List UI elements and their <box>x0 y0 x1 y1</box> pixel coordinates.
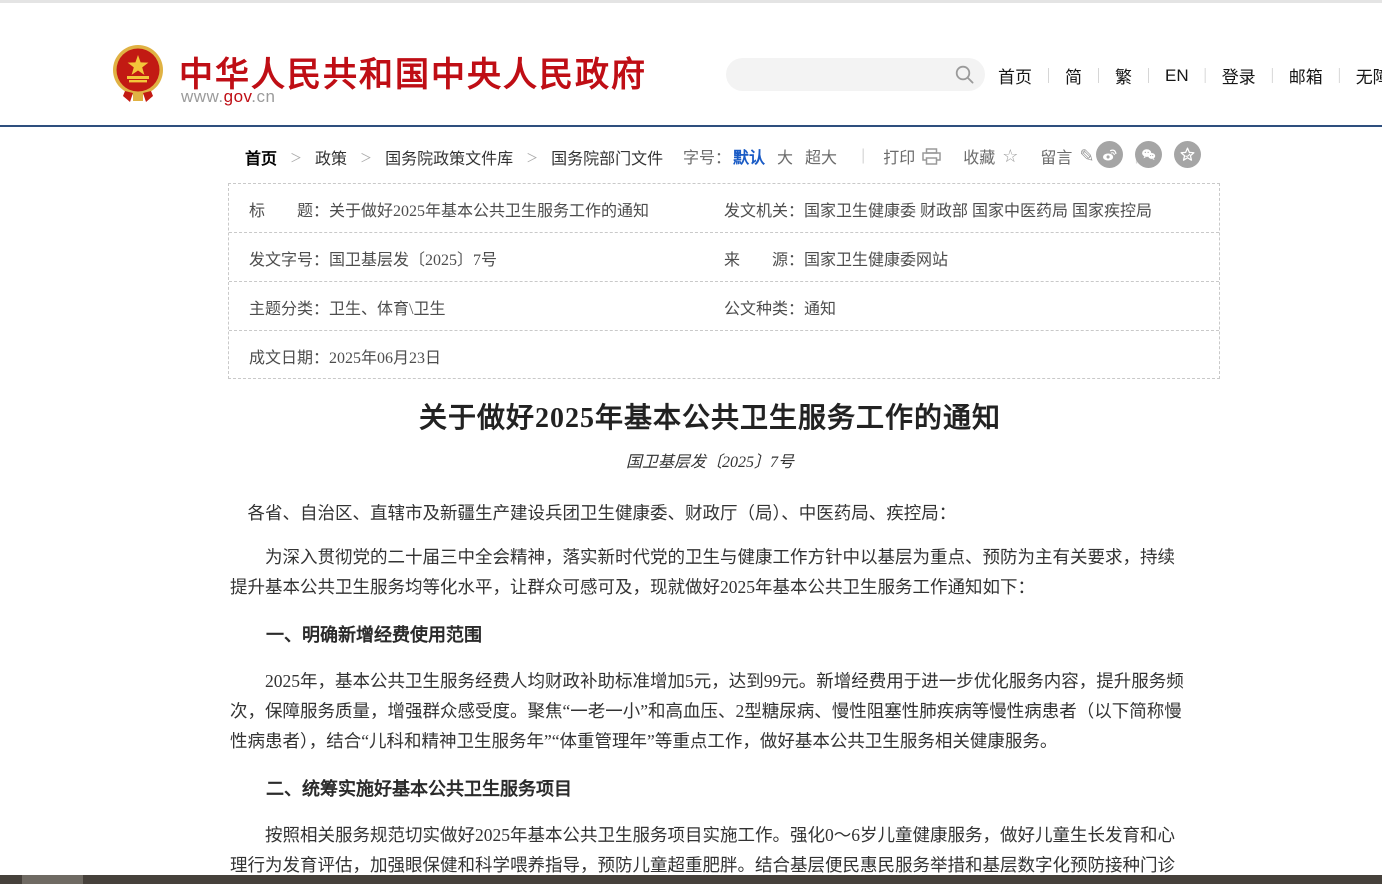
nav-separator: ｜ <box>1041 65 1056 86</box>
meta-doc-number: 发文字号： 国卫基层发〔2025〕7号 <box>249 233 497 282</box>
print-label: 打印 <box>883 144 915 168</box>
comment-label: 留言 <box>1040 144 1072 168</box>
document-meta-table: 标 题： 关于做好2025年基本公共卫生服务工作的通知 发文机关： 国家卫生健康… <box>228 183 1220 379</box>
national-emblem-logo <box>112 43 164 105</box>
print-button[interactable]: 打印 <box>883 144 941 168</box>
meta-row-title-agency: 标 题： 关于做好2025年基本公共卫生服务工作的通知 发文机关： 国家卫生健康… <box>229 184 1219 233</box>
meta-doc-type-value: 通知 <box>804 295 836 319</box>
document-number: 国卫基层发〔2025〕7号 <box>230 448 1190 472</box>
breadcrumb: 首页 ＞ 政策 ＞ 国务院政策文件库 ＞ 国务院部门文件 <box>245 145 663 169</box>
meta-title: 标 题： 关于做好2025年基本公共卫生服务工作的通知 <box>249 184 649 233</box>
breadcrumb-home[interactable]: 首页 <box>245 145 277 169</box>
pencil-icon: ✎ <box>1079 147 1094 165</box>
meta-title-value: 关于做好2025年基本公共卫生服务工作的通知 <box>329 197 649 221</box>
font-size-label: 字号： <box>683 144 731 168</box>
wechat-icon[interactable] <box>1135 141 1162 168</box>
favorite-label: 收藏 <box>963 144 995 168</box>
meta-topic-category: 主题分类： 卫生、体育\卫生 <box>249 282 445 331</box>
search-input[interactable] <box>740 58 950 91</box>
toolbar-divider: | <box>861 147 865 165</box>
nav-separator: ｜ <box>1091 65 1106 86</box>
document-title: 关于做好2025年基本公共卫生服务工作的通知 <box>230 396 1190 436</box>
meta-title-label: 标 题： <box>249 197 329 221</box>
breadcrumb-department-documents[interactable]: 国务院部门文件 <box>551 145 663 169</box>
header-divider-line <box>0 125 1382 127</box>
chevron-right-icon: ＞ <box>526 149 538 166</box>
nav-mailbox[interactable]: 邮箱 <box>1289 63 1323 88</box>
printer-icon <box>922 148 941 165</box>
search-box[interactable] <box>726 58 985 91</box>
breadcrumb-policy-library[interactable]: 国务院政策文件库 <box>385 145 513 169</box>
meta-row-number-source: 发文字号： 国卫基层发〔2025〕7号 来 源： 国家卫生健康委网站 <box>229 233 1219 282</box>
nav-separator: ｜ <box>1265 65 1280 86</box>
nav-accessibility[interactable]: 无障碍 <box>1356 63 1382 88</box>
section-heading-1: 一、明确新增经费使用范围 <box>230 620 1190 650</box>
paragraph-intro: 为深入贯彻党的二十届三中全会精神，落实新时代党的卫生与健康工作方针中以基层为重点… <box>230 542 1190 602</box>
site-url-suffix: .cn <box>251 87 275 106</box>
meta-agency-value: 国家卫生健康委 财政部 国家中医药局 国家疾控局 <box>804 197 1152 221</box>
site-url: www.gov.cn <box>181 87 275 107</box>
star-outline-icon: ☆ <box>1002 147 1018 165</box>
meta-date-value: 2025年06月23日 <box>329 344 441 368</box>
meta-row-date: 成文日期： 2025年06月23日 <box>229 331 1219 380</box>
meta-doc-number-label: 发文字号： <box>249 246 329 270</box>
star-share-icon[interactable] <box>1174 141 1201 168</box>
weibo-icon[interactable] <box>1096 141 1123 168</box>
chevron-right-icon: ＞ <box>290 149 302 166</box>
meta-row-category-type: 主题分类： 卫生、体育\卫生 公文种类： 通知 <box>229 282 1219 331</box>
site-url-gov: gov <box>224 87 252 106</box>
meta-doc-number-value: 国卫基层发〔2025〕7号 <box>329 246 497 270</box>
font-size-xlarge-button[interactable]: 超大 <box>805 144 837 168</box>
meta-category-value: 卫生、体育\卫生 <box>329 295 445 319</box>
document-toolbar: 字号： 默认 大 超大 | 打印 收藏 ☆ 留言 <box>683 143 1157 169</box>
meta-doc-type: 公文种类： 通知 <box>724 282 836 331</box>
section-heading-2: 二、统筹实施好基本公共卫生服务项目 <box>230 774 1190 804</box>
chevron-right-icon: ＞ <box>360 149 372 166</box>
meta-agency-label: 发文机关： <box>724 197 804 221</box>
meta-issue-date: 成文日期： 2025年06月23日 <box>249 331 441 380</box>
document-article: 关于做好2025年基本公共卫生服务工作的通知 国卫基层发〔2025〕7号 各省、… <box>230 396 1190 884</box>
nav-traditional[interactable]: 繁 <box>1115 63 1132 88</box>
paragraph-salutation: 各省、自治区、直辖市及新疆生产建设兵团卫生健康委、财政厅（局）、中医药局、疾控局… <box>230 498 1190 528</box>
horizontal-scrollbar-thumb[interactable] <box>22 875 83 884</box>
share-icons-group <box>1096 141 1213 168</box>
nav-home[interactable]: 首页 <box>998 63 1032 88</box>
meta-source: 来 源： 国家卫生健康委网站 <box>724 233 948 282</box>
top-navigation: 首页 ｜ 简 ｜ 繁 ｜ EN ｜ 登录 ｜ 邮箱 ｜ 无障碍 <box>998 63 1382 88</box>
nav-separator: ｜ <box>1141 65 1156 86</box>
nav-separator: ｜ <box>1198 65 1213 86</box>
site-header: 中华人民共和国中央人民政府 www.gov.cn 首页｜ 简｜ 繁｜ EN｜ 登… <box>0 3 1382 125</box>
horizontal-scrollbar[interactable] <box>0 875 1382 884</box>
gov-cn-document-page: 中华人民共和国中央人民政府 www.gov.cn 首页｜ 简｜ 繁｜ EN｜ 登… <box>0 0 1382 884</box>
paragraph-section-1: 2025年，基本公共卫生服务经费人均财政补助标准增加5元，达到99元。新增经费用… <box>230 666 1190 756</box>
meta-date-label: 成文日期： <box>249 344 329 368</box>
meta-source-label: 来 源： <box>724 246 804 270</box>
meta-category-label: 主题分类： <box>249 295 329 319</box>
favorite-button[interactable]: 收藏 ☆ <box>963 144 1018 168</box>
site-url-prefix: www. <box>181 87 224 106</box>
meta-source-value: 国家卫生健康委网站 <box>804 246 948 270</box>
meta-doc-type-label: 公文种类： <box>724 295 804 319</box>
nav-simplified[interactable]: 简 <box>1065 63 1082 88</box>
comment-button[interactable]: 留言 ✎ <box>1040 144 1094 168</box>
nav-login[interactable]: 登录 <box>1222 63 1256 88</box>
font-size-default-button[interactable]: 默认 <box>733 144 765 168</box>
nav-english[interactable]: EN <box>1165 66 1189 86</box>
font-size-large-button[interactable]: 大 <box>777 144 793 168</box>
nav-separator: ｜ <box>1332 65 1347 86</box>
meta-issuing-agency: 发文机关： 国家卫生健康委 财政部 国家中医药局 国家疾控局 <box>724 184 1152 233</box>
breadcrumb-policy[interactable]: 政策 <box>315 145 347 169</box>
breadcrumb-toolbar-row: 首页 ＞ 政策 ＞ 国务院政策文件库 ＞ 国务院部门文件 字号： 默认 大 超大… <box>0 143 1382 169</box>
search-icon[interactable] <box>954 64 975 85</box>
document-body: 各省、自治区、直辖市及新疆生产建设兵团卫生健康委、财政厅（局）、中医药局、疾控局… <box>230 498 1190 884</box>
